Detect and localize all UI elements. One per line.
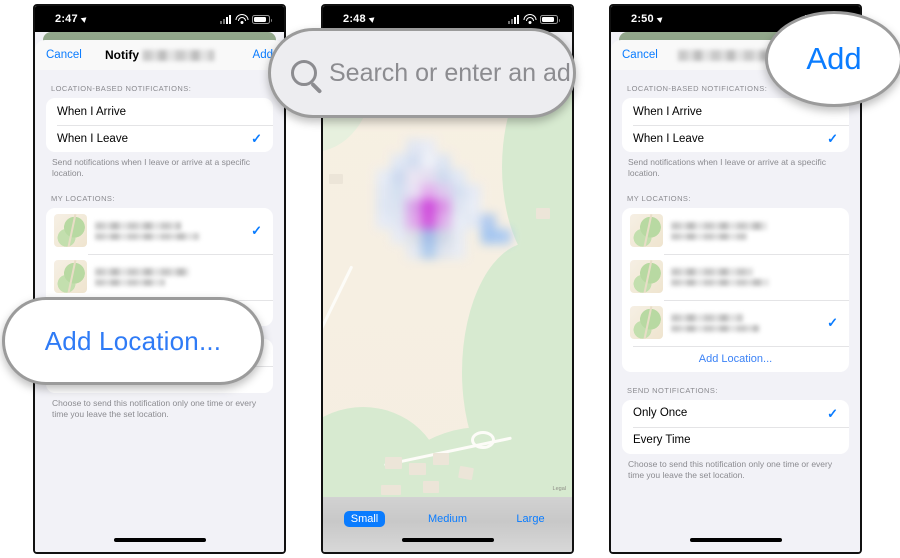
checkmark-icon: ✓ bbox=[827, 315, 838, 331]
battery-icon bbox=[540, 15, 560, 24]
location-arrow-icon bbox=[368, 15, 377, 23]
location-name bbox=[95, 221, 251, 240]
section-header-my-locations: MY LOCATIONS: bbox=[51, 193, 115, 203]
my-locations-card: ✓ Add Location... bbox=[622, 207, 849, 372]
search-icon bbox=[291, 60, 317, 86]
section-header-location-notifications: LOCATION-BASED NOTIFICATIONS: bbox=[51, 84, 192, 93]
callout-search-field[interactable]: Search or enter an ad bbox=[268, 28, 576, 118]
segment-medium-wrap: Medium bbox=[406, 509, 489, 527]
map-thumbnail-icon bbox=[630, 214, 663, 248]
segment-small-wrap: Small bbox=[323, 509, 406, 527]
option-only-once[interactable]: Only Once ✓ bbox=[622, 400, 849, 427]
location-name bbox=[671, 267, 838, 286]
option-label: When I Arrive bbox=[633, 105, 703, 118]
list-item[interactable] bbox=[622, 208, 849, 254]
section-footer-send-notifications: Choose to send this notification only on… bbox=[628, 458, 833, 481]
list-item[interactable]: ✓ bbox=[622, 299, 849, 346]
wifi-icon bbox=[235, 14, 248, 24]
option-when-i-arrive[interactable]: When I Arrive bbox=[46, 98, 273, 125]
option-every-time[interactable]: Every Time bbox=[622, 426, 849, 454]
option-when-i-leave[interactable]: When I Leave ✓ bbox=[46, 125, 273, 152]
status-time: 2:47 bbox=[55, 13, 78, 25]
phone1-nav-bar: Cancel Notify Add bbox=[35, 40, 284, 70]
map-thumbnail-icon bbox=[630, 260, 663, 294]
map-legal-link[interactable]: Legal bbox=[553, 486, 566, 492]
phone1-screen: 2:47 Cancel Notify Add LOCATION-BASED NO… bbox=[35, 6, 284, 552]
checkmark-icon: ✓ bbox=[827, 131, 838, 146]
cellular-signal-icon bbox=[220, 15, 231, 24]
location-arrow-icon bbox=[80, 15, 89, 23]
option-when-i-leave[interactable]: When I Leave ✓ bbox=[622, 125, 849, 152]
phone-mockup-1: 2:47 Cancel Notify Add LOCATION-BASED NO… bbox=[33, 4, 286, 554]
location-notifications-card: When I Arrive When I Leave ✓ bbox=[46, 98, 273, 152]
list-item[interactable] bbox=[622, 253, 849, 300]
option-label: When I Leave bbox=[57, 132, 128, 145]
status-time: 2:48 bbox=[343, 13, 366, 25]
segment-large[interactable]: Large bbox=[516, 513, 544, 525]
page-title-prefix: Notify bbox=[105, 48, 139, 62]
callout-add-label: Add bbox=[806, 41, 862, 76]
map-thumbnail-icon bbox=[54, 260, 87, 294]
page-title: Notify bbox=[105, 48, 214, 62]
list-item[interactable]: ✓ bbox=[46, 208, 273, 254]
segment-small[interactable]: Small bbox=[343, 511, 386, 527]
cancel-button[interactable]: Cancel bbox=[46, 49, 82, 61]
checkmark-icon: ✓ bbox=[251, 131, 262, 146]
checkmark-icon: ✓ bbox=[251, 223, 262, 239]
cellular-signal-icon bbox=[508, 15, 519, 24]
home-indicator[interactable] bbox=[113, 538, 206, 542]
option-label: Only Once bbox=[633, 407, 688, 420]
checkmark-icon: ✓ bbox=[827, 405, 838, 421]
location-name bbox=[671, 221, 838, 240]
map-thumbnail-icon bbox=[54, 214, 87, 248]
location-name bbox=[95, 267, 262, 286]
home-indicator[interactable] bbox=[689, 538, 782, 542]
segment-medium[interactable]: Medium bbox=[428, 513, 467, 525]
location-notifications-card: When I Arrive When I Leave ✓ bbox=[622, 98, 849, 152]
location-arrow-icon bbox=[656, 15, 665, 23]
section-header-send-notifications: SEND NOTIFICATIONS: bbox=[627, 385, 718, 395]
option-label: When I Arrive bbox=[57, 105, 127, 118]
map-thumbnail-icon bbox=[630, 306, 663, 340]
radius-segmented-control: Small Medium Large bbox=[323, 497, 572, 552]
redacted-contact-name bbox=[142, 49, 214, 61]
section-footer-location-notifications: Send notifications when I leave or arriv… bbox=[628, 157, 826, 179]
callout-search-placeholder: Search or enter an ad bbox=[329, 58, 571, 87]
location-name bbox=[671, 313, 827, 332]
callout-add-button[interactable]: Add bbox=[765, 11, 900, 107]
phone1-status-bar: 2:47 bbox=[35, 6, 284, 32]
callout-add-location[interactable]: Add Location... bbox=[2, 297, 264, 385]
battery-icon bbox=[252, 15, 272, 24]
option-label: Every Time bbox=[633, 434, 691, 447]
status-time: 2:50 bbox=[631, 13, 654, 25]
add-location-button[interactable]: Add Location... bbox=[622, 345, 849, 372]
phone3-content: LOCATION-BASED NOTIFICATIONS: When I Arr… bbox=[611, 70, 860, 552]
section-header-my-locations: MY LOCATIONS: bbox=[627, 193, 691, 203]
option-label: When I Leave bbox=[633, 132, 704, 145]
callout-add-location-label: Add Location... bbox=[44, 325, 222, 356]
redacted-map-region bbox=[361, 124, 511, 274]
wifi-icon bbox=[523, 14, 536, 24]
section-footer-send-notifications: Choose to send this notification only on… bbox=[52, 397, 257, 420]
cancel-button[interactable]: Cancel bbox=[622, 49, 658, 61]
list-item[interactable] bbox=[46, 253, 273, 300]
section-footer-location-notifications: Send notifications when I leave or arriv… bbox=[52, 157, 250, 179]
status-indicators bbox=[220, 14, 272, 24]
send-notifications-card: Only Once ✓ Every Time bbox=[622, 399, 849, 454]
home-indicator[interactable] bbox=[401, 538, 494, 542]
segment-large-wrap: Large bbox=[489, 509, 572, 527]
status-indicators bbox=[508, 14, 560, 24]
